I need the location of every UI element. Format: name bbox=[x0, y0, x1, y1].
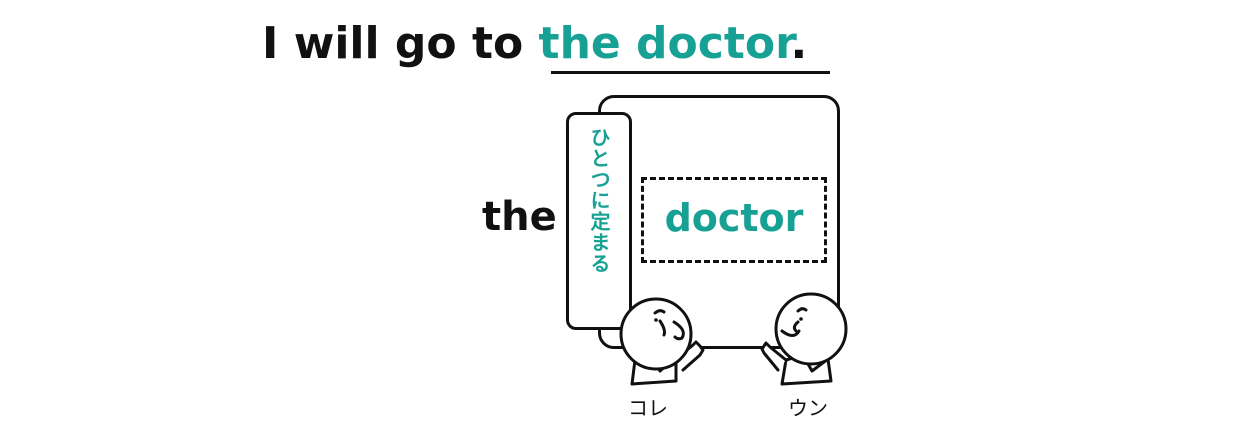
left-character-icon bbox=[619, 297, 705, 386]
left-character-caption: コレ bbox=[628, 396, 668, 420]
right-character-caption: ウン bbox=[788, 396, 828, 420]
characters-illustration bbox=[619, 292, 848, 386]
right-character-icon bbox=[760, 292, 848, 386]
